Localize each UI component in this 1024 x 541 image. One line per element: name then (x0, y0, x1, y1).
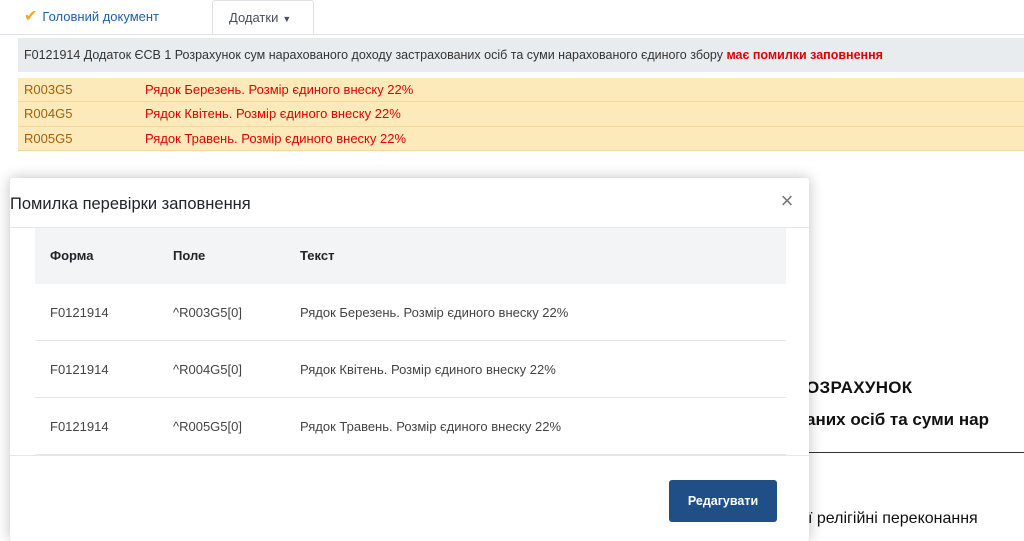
column-header-form: Форма (50, 248, 94, 263)
cell-text: Рядок Березень. Розмір єдиного внеску 22… (300, 305, 569, 320)
error-row[interactable]: R004G5 Рядок Квітень. Розмір єдиного вне… (18, 102, 1024, 127)
modal-title: Помилка перевірки заповнення (10, 195, 251, 213)
table-row[interactable]: F0121914 ^R003G5[0] Рядок Березень. Розм… (35, 284, 786, 341)
error-row[interactable]: R005G5 Рядок Травень. Розмір єдиного вне… (18, 127, 1024, 151)
tab-attachments[interactable]: Додатки ▼ (212, 0, 314, 34)
table-row[interactable]: F0121914 ^R004G5[0] Рядок Квітень. Розмі… (35, 341, 786, 398)
cell-form: F0121914 (50, 362, 109, 377)
cell-form: F0121914 (50, 305, 109, 320)
document-heading: ОЗРАХУНОК (806, 378, 913, 397)
close-icon[interactable]: × (775, 190, 799, 214)
info-error-text: має помилки заповнення (726, 48, 883, 62)
checkmark-icon: ✔ (24, 8, 38, 25)
error-message: Рядок Квітень. Розмір єдиного внеску 22% (145, 106, 401, 121)
cell-text: Рядок Травень. Розмір єдиного внеску 22% (300, 419, 562, 434)
info-text: F0121914 Додаток ЄСВ 1 Розрахунок сум на… (24, 48, 727, 62)
error-row[interactable]: R003G5 Рядок Березень. Розмір єдиного вн… (18, 78, 1024, 102)
document-divider (806, 452, 1024, 453)
caret-down-icon: ▼ (282, 14, 292, 24)
error-message: Рядок Травень. Розмір єдиного внеску 22% (145, 131, 407, 146)
validation-info-bar: F0121914 Додаток ЄСВ 1 Розрахунок сум на… (18, 38, 1024, 72)
document-text: ї релігійні переконання (808, 510, 978, 527)
table-header: Форма Поле Текст (35, 228, 786, 284)
cell-field: ^R003G5[0] (173, 305, 242, 320)
cell-text: Рядок Квітень. Розмір єдиного внеску 22% (300, 362, 556, 377)
column-header-field: Поле (173, 248, 206, 263)
tab-attachments-label: Додатки (229, 10, 279, 25)
table-row[interactable]: F0121914 ^R005G5[0] Рядок Травень. Розмі… (35, 398, 786, 455)
document-subheading: аних осіб та суми нар (806, 410, 989, 429)
document-tabs: ✔ Головний документ Додатки ▼ (0, 0, 1024, 35)
error-code: R005G5 (24, 131, 73, 146)
modal-footer-divider (10, 455, 809, 456)
cell-field: ^R004G5[0] (173, 362, 242, 377)
cell-field: ^R005G5[0] (173, 419, 242, 434)
edit-button[interactable]: Редагувати (669, 480, 777, 522)
column-header-text: Текст (300, 248, 335, 263)
tab-main-label: Головний документ (42, 9, 160, 24)
tab-main-document[interactable]: ✔ Головний документ (24, 0, 159, 34)
error-code: R004G5 (24, 106, 73, 121)
cell-form: F0121914 (50, 419, 109, 434)
error-message: Рядок Березень. Розмір єдиного внеску 22… (145, 82, 414, 97)
error-code: R003G5 (24, 82, 73, 97)
validation-error-modal: Помилка перевірки заповнення × Форма Пол… (10, 178, 809, 541)
